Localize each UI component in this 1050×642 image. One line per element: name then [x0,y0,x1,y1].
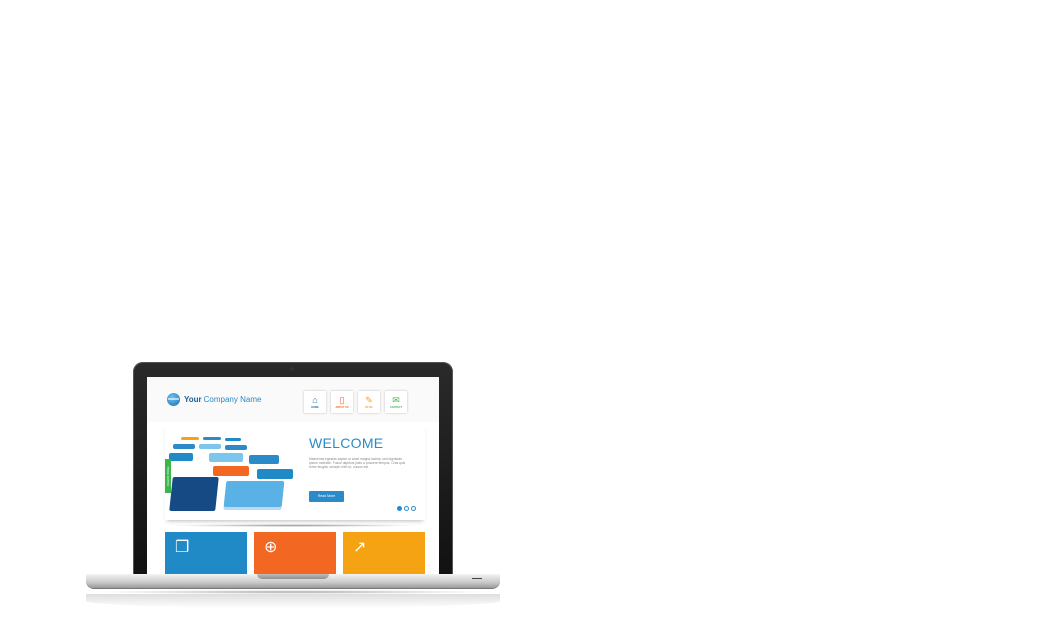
feature-tile-globe[interactable]: ⊕ [254,532,336,576]
nav-home[interactable]: ⌂ HOME [304,391,326,413]
base-indicator [472,578,482,579]
hero-shadow [169,524,419,527]
nav-blog[interactable]: ✎ BLOG [358,391,380,413]
nav-label: BLOG [365,406,373,409]
chart-icon: ↗ [353,539,367,556]
hero-banner: CHECK PAGE WELCOME Maecenas egestas sapi… [165,423,425,520]
feature-tile-chat[interactable]: ❐ [165,532,247,576]
globe-icon: ⊕ [264,539,278,556]
company-logo[interactable]: Your Company Name [167,393,261,406]
trackpad-notch [257,574,329,579]
nav-contact[interactable]: ✉ CONTACT [385,391,407,413]
home-icon: ⌂ [312,395,318,405]
laptop-lid: Your Company Name ⌂ HOME ▯ ABOUT US ✎ BL… [133,362,453,576]
edit-icon: ✎ [365,395,373,405]
document-icon: ▯ [339,395,345,405]
nav-about[interactable]: ▯ ABOUT US [331,391,353,413]
slider-dot[interactable] [411,506,416,511]
contact-icon: ✉ [392,395,400,405]
laptop-mockup: Your Company Name ⌂ HOME ▯ ABOUT US ✎ BL… [86,362,500,612]
nav-label: HOME [311,406,319,409]
nav-label: ABOUT US [335,406,349,409]
laptop-screen: Your Company Name ⌂ HOME ▯ ABOUT US ✎ BL… [147,377,439,576]
laptop-shadow [94,590,492,594]
site-header: Your Company Name ⌂ HOME ▯ ABOUT US ✎ BL… [147,377,439,422]
slider-dot[interactable] [397,506,402,511]
tiles-illustration [169,437,297,515]
hero-title: WELCOME [309,435,384,451]
nav-label: CONTACT [389,406,403,409]
slider-dots [397,506,416,511]
chat-icon: ❐ [175,539,190,556]
laptop-reflection [86,594,500,608]
feature-row: ❐ ⊕ ↗ [165,532,425,576]
laptop-base [86,574,500,588]
logo-name-text: Company Name [203,395,262,404]
hero-body: Maecenas egestas sapien ut amet magna la… [309,457,406,469]
logo-bold-text: Your [184,395,202,404]
camera [290,367,294,371]
slider-dot[interactable] [404,506,409,511]
side-tab[interactable]: CHECK PAGE [165,459,171,493]
main-nav: ⌂ HOME ▯ ABOUT US ✎ BLOG ✉ CONTACT [304,391,407,413]
read-more-button[interactable]: Read More [309,491,344,502]
globe-logo-icon [167,393,180,406]
feature-tile-chart[interactable]: ↗ [343,532,425,576]
